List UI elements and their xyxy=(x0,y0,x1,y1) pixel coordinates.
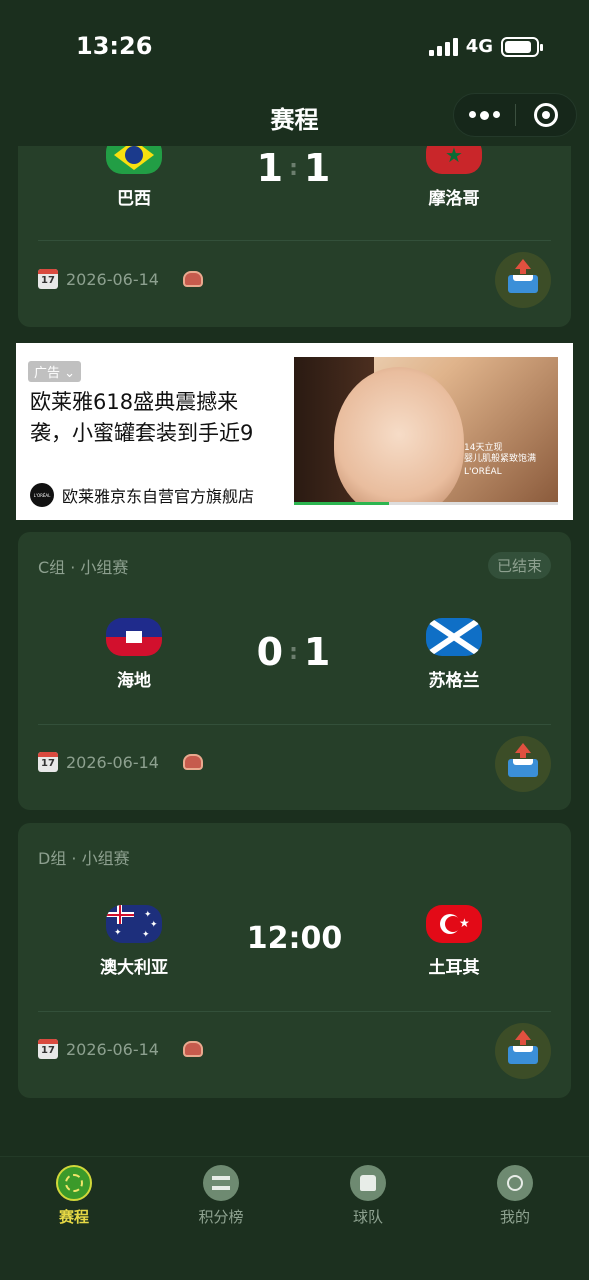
away-team-name: 土耳其 xyxy=(428,958,480,978)
share-tray-icon xyxy=(508,259,538,293)
match-card[interactable]: 巴西 1:1 ★ 摩洛哥 17 2026-06-14 xyxy=(18,146,571,327)
away-score: 1 xyxy=(303,630,333,674)
tab-label: 赛程 xyxy=(58,1208,89,1226)
tab-standings[interactable]: 积分榜 xyxy=(171,1165,271,1227)
away-team-name: 摩洛哥 xyxy=(428,189,480,209)
match-date-row: 17 2026-06-14 xyxy=(38,1039,203,1059)
ad-progress-fill xyxy=(294,502,390,505)
ad-brand-name: 欧莱雅京东自营官方旗舰店 xyxy=(62,487,255,506)
mini-program-capsule xyxy=(453,93,577,137)
tab-label: 球队 xyxy=(352,1208,383,1226)
jersey-icon xyxy=(350,1165,386,1201)
status-badge: 已结束 xyxy=(487,552,551,579)
match-group: C组 · 小组赛 xyxy=(38,558,129,577)
match-card[interactable]: C组 · 小组赛 已结束 海地 0:1 苏格兰 17 2026-06-14 xyxy=(18,532,571,810)
home-score: 1 xyxy=(256,146,286,190)
morocco-flag-icon: ★ xyxy=(426,146,482,174)
bottom-tab-bar: 赛程 积分榜 球队 我的 xyxy=(0,1156,589,1280)
match-group: D组 · 小组赛 xyxy=(38,849,130,868)
card-divider xyxy=(38,724,551,725)
ad-banner[interactable]: 广告 ⌄ 欧莱雅618盛典震撼来袭，小蜜罐套装到手近9 L'ORÉAL 欧莱雅京… xyxy=(16,343,573,520)
share-tray-icon xyxy=(508,1030,538,1064)
tab-schedule[interactable]: 赛程 xyxy=(24,1165,124,1227)
away-team: ★ 土耳其 xyxy=(394,905,514,978)
match-date: 2026-06-14 xyxy=(66,1039,159,1059)
ad-image-text: 14天立现 婴儿肌般紧致饱满 L'ORÉAL xyxy=(464,443,537,477)
loreal-logo-icon: L'ORÉAL xyxy=(30,483,54,507)
match-list[interactable]: 巴西 1:1 ★ 摩洛哥 17 2026-06-14 广告 ⌄ 欧莱雅618盛典… xyxy=(0,146,589,1156)
share-tray-icon xyxy=(508,743,538,777)
away-team-name: 苏格兰 xyxy=(428,671,480,691)
turkey-flag-icon: ★ xyxy=(426,905,482,943)
status-indicators: 4G xyxy=(428,36,543,57)
more-icon[interactable] xyxy=(454,110,515,120)
stadium-icon xyxy=(182,1041,203,1057)
match-date-row: 17 2026-06-14 xyxy=(38,269,203,289)
share-button[interactable] xyxy=(495,736,551,792)
signal-icon xyxy=(428,37,458,56)
tab-label: 我的 xyxy=(499,1208,530,1226)
medal-icon xyxy=(497,1165,533,1201)
match-card[interactable]: D组 · 小组赛 ✦ ✦ ✦ ✦ 澳大利亚 12:00 ★ 土耳其 17 202… xyxy=(18,823,571,1098)
away-score: 1 xyxy=(303,146,333,190)
away-team: 苏格兰 xyxy=(394,618,514,691)
close-target-icon[interactable] xyxy=(515,103,576,127)
scotland-flag-icon xyxy=(426,618,482,656)
ad-image: 14天立现 婴儿肌般紧致饱满 L'ORÉAL xyxy=(294,357,558,505)
match-date: 2026-06-14 xyxy=(66,752,159,772)
nav-bar: 赛程 xyxy=(0,90,589,146)
calendar-icon: 17 xyxy=(38,752,58,772)
card-divider xyxy=(38,1011,551,1012)
battery-icon xyxy=(501,36,543,57)
home-team-name: 澳大利亚 xyxy=(100,958,168,978)
tab-label: 积分榜 xyxy=(198,1208,244,1226)
ad-tag[interactable]: 广告 ⌄ xyxy=(28,361,82,382)
match-date-row: 17 2026-06-14 xyxy=(38,752,203,772)
match-date: 2026-06-14 xyxy=(66,269,159,289)
share-button[interactable] xyxy=(495,1023,551,1079)
status-time: 13:26 xyxy=(76,32,153,60)
podium-icon xyxy=(203,1165,239,1201)
status-bar: 13:26 4G xyxy=(0,0,589,90)
ad-brand: L'ORÉAL 欧莱雅京东自营官方旗舰店 xyxy=(30,483,254,507)
ad-progress-bar xyxy=(294,502,558,505)
tab-profile[interactable]: 我的 xyxy=(465,1165,565,1227)
calendar-icon: 17 xyxy=(38,269,58,289)
share-button[interactable] xyxy=(495,252,551,308)
stadium-icon xyxy=(182,754,203,770)
network-type: 4G xyxy=(465,36,493,57)
calendar-icon: 17 xyxy=(38,1039,58,1059)
stadium-icon xyxy=(182,271,203,287)
away-team: ★ 摩洛哥 xyxy=(394,146,514,209)
ad-model-face xyxy=(334,367,464,505)
ad-title: 欧莱雅618盛典震撼来袭，小蜜罐套装到手近9 xyxy=(30,390,254,445)
card-divider xyxy=(38,240,551,241)
home-score: 0 xyxy=(256,630,286,674)
soccer-ball-icon xyxy=(56,1165,92,1201)
tab-teams[interactable]: 球队 xyxy=(318,1165,418,1227)
